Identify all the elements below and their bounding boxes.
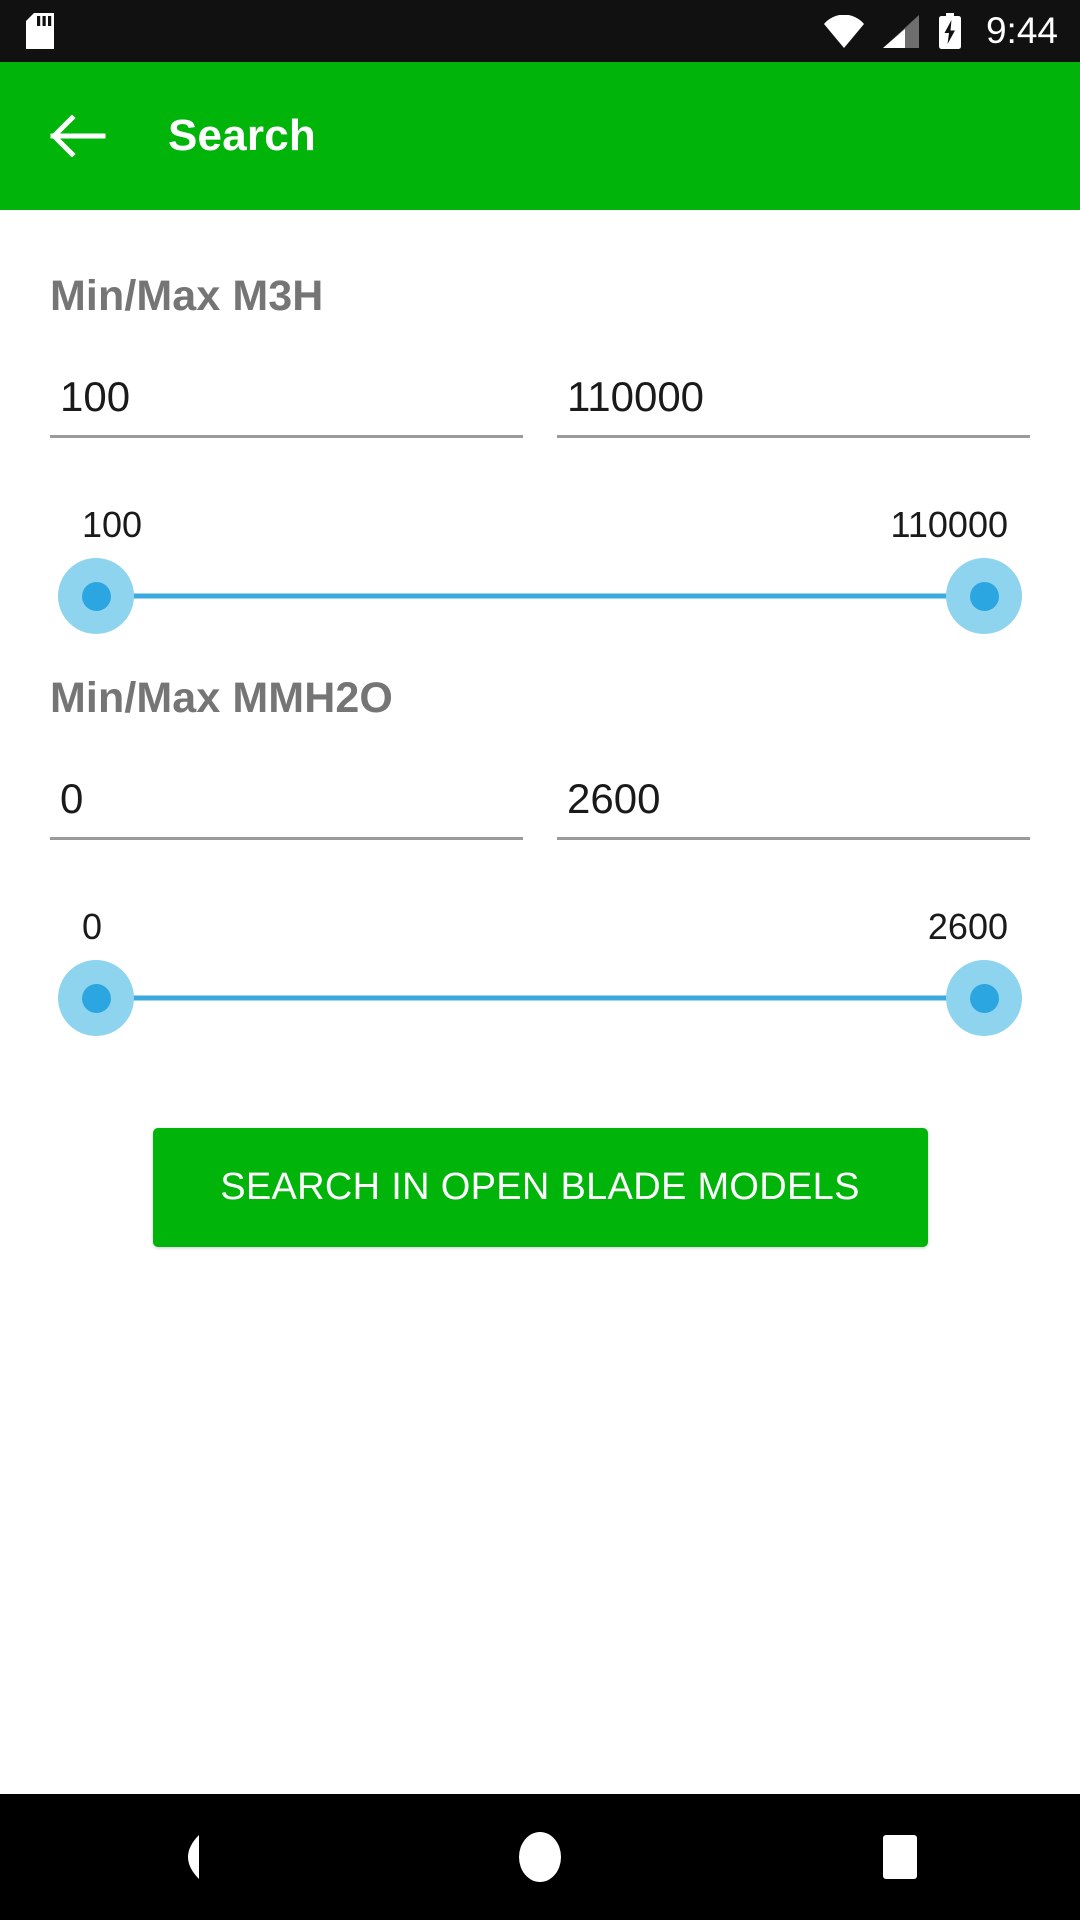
section-title-m3h: Min/Max M3H [50,272,324,320]
back-triangle-icon [159,1833,201,1881]
status-bar: 9:44 [0,0,1080,62]
thumb-core-icon [969,581,999,611]
back-button[interactable] [44,102,112,170]
nav-recents-button[interactable] [825,1794,975,1920]
m3h-max-field [557,373,1030,438]
search-form: Min/Max M3H 100 110000 100 110000 Min/Ma… [0,210,1080,1794]
m3h-slider-min-label: 100 [82,504,143,545]
mmh2o-min-field [50,775,523,840]
mmh2o-slider-min-label: 0 [82,906,103,947]
m3h-input-row [50,373,1030,438]
thumb-core-icon [81,983,111,1013]
cellular-signal-icon [882,14,919,48]
mmh2o-max-field [557,775,1030,840]
status-bar-clock: 9:44 [985,9,1058,51]
page-title: Search [168,111,316,160]
m3h-slider-thumb-min[interactable] [58,558,134,634]
mmh2o-min-input[interactable] [50,775,523,840]
m3h-max-input[interactable] [557,373,1030,438]
primary-action-row: SEARCH IN OPEN BLADE MODELS [50,1128,1030,1247]
m3h-slider-max-label: 110000 [890,504,1008,545]
section-title-mmh2o: Min/Max MMH2O [50,674,393,722]
m3h-slider-thumb-max[interactable] [946,558,1022,634]
status-bar-left-icons [26,13,54,49]
app-bar: Search [0,62,1080,210]
mmh2o-input-row [50,775,1030,840]
home-circle-icon [516,1831,564,1883]
nav-back-button[interactable] [105,1794,255,1920]
phone-screen: 9:44 Search Min/Max M3H 100 110000 100 1… [0,0,1080,1920]
search-in-open-blade-models-button[interactable]: SEARCH IN OPEN BLADE MODELS [152,1128,928,1247]
m3h-slider-labels: 100 110000 [54,504,1026,546]
system-navigation-bar [0,1794,1080,1920]
m3h-slider-rail[interactable] [54,558,1026,634]
battery-charging-icon [938,13,962,49]
nav-home-button[interactable] [465,1794,615,1920]
recents-square-icon [879,1833,921,1881]
wifi-icon [823,14,864,48]
mmh2o-slider-thumb-max[interactable] [946,960,1022,1036]
mmh2o-range-slider[interactable]: 0 2600 [50,906,1030,1036]
mmh2o-slider-max-label: 2600 [927,906,1008,947]
m3h-min-input[interactable] [50,373,523,438]
mmh2o-max-input[interactable] [557,775,1030,840]
thumb-core-icon [969,983,999,1013]
thumb-core-icon [81,581,111,611]
m3h-range-slider[interactable]: 100 110000 [50,504,1030,634]
mmh2o-slider-thumb-min[interactable] [58,960,134,1036]
mmh2o-slider-labels: 0 2600 [54,906,1026,948]
sd-card-icon [26,13,54,49]
mmh2o-slider-track [96,995,984,1001]
mmh2o-slider-rail[interactable] [54,960,1026,1036]
m3h-slider-track [96,593,984,599]
m3h-min-field [50,373,523,438]
back-arrow-icon [50,115,106,157]
status-bar-right-icons: 9:44 [823,9,1058,51]
